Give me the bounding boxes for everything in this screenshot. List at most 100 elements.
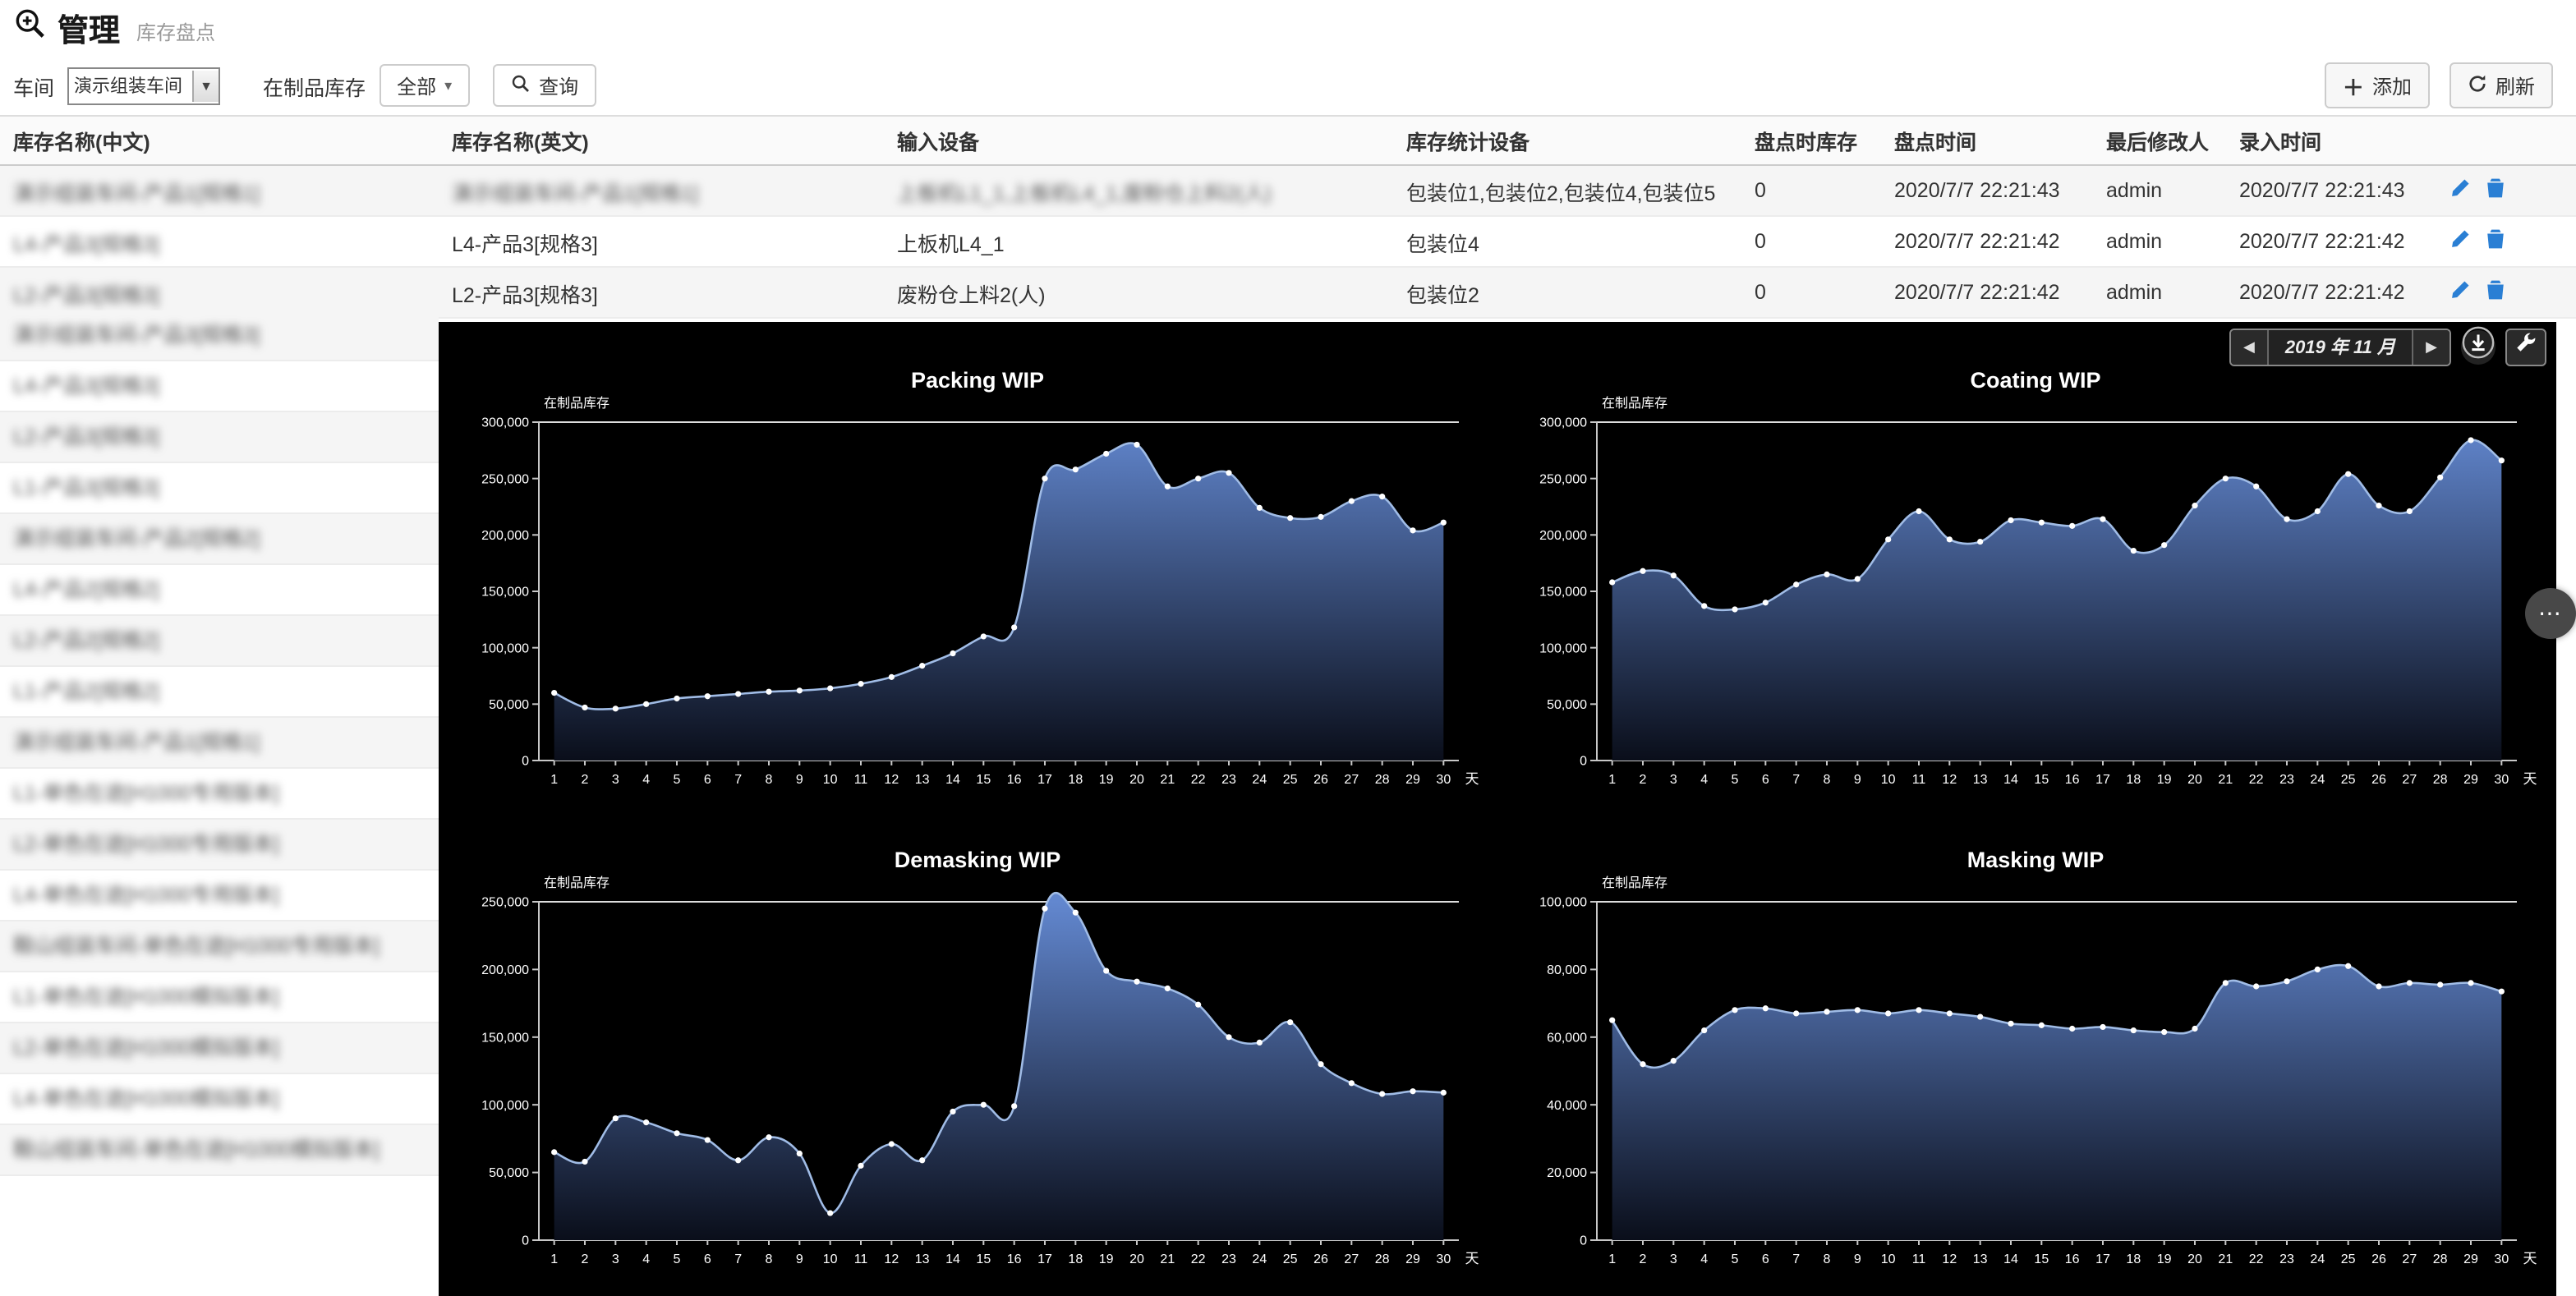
inventory-name-item[interactable]: 演示组装车间-产品3[规格3] xyxy=(0,310,439,361)
data-point xyxy=(1855,576,1861,581)
month-nav-group: ◀ 2019 年 11 月 ▶ xyxy=(2229,328,2451,365)
svg-text:5: 5 xyxy=(1732,773,1739,787)
col-count-qty: 盘点时库存 xyxy=(1741,116,1881,165)
data-point xyxy=(2100,1024,2105,1030)
col-count-time: 盘点时间 xyxy=(1881,116,2093,165)
cell-4: 0 xyxy=(1741,216,1881,267)
area-series xyxy=(554,893,1444,1240)
inventory-name-item[interactable]: L4-产品2[规格2] xyxy=(0,565,439,616)
svg-text:28: 28 xyxy=(1375,1252,1390,1266)
svg-text:30: 30 xyxy=(1436,773,1451,787)
inventory-name-item[interactable]: L2-产品2[规格2] xyxy=(0,616,439,667)
svg-text:18: 18 xyxy=(2126,1252,2141,1266)
wip-inventory-label: 在制品库存 xyxy=(263,70,366,101)
row-actions xyxy=(2436,216,2576,267)
svg-text:250,000: 250,000 xyxy=(481,896,529,910)
add-button[interactable]: ＋ 添加 xyxy=(2325,62,2430,108)
data-point xyxy=(2131,548,2137,554)
table-row[interactable]: L4-产品3[规格3]L4-产品3[规格3]上板机L4_1包装位402020/7… xyxy=(0,216,2576,267)
inventory-name-item[interactable]: L1-产品3[规格3] xyxy=(0,463,439,514)
data-point xyxy=(1195,1002,1201,1008)
inventory-table: 库存名称(中文) 库存名称(英文) 输入设备 库存统计设备 盘点时库存 盘点时间… xyxy=(0,115,2576,319)
svg-text:17: 17 xyxy=(2095,773,2110,787)
scope-dropdown[interactable]: 全部 ▾ xyxy=(379,64,470,107)
data-point xyxy=(735,1157,741,1163)
svg-text:15: 15 xyxy=(2034,1252,2049,1266)
cell-6: admin xyxy=(2093,267,2226,318)
inventory-name-item[interactable]: L2-产品3[规格3] xyxy=(0,412,439,463)
table-row[interactable]: 演示组装车间-产品1[规格1]演示组装车间-产品1[规格1]上板机L1_1,上板… xyxy=(0,165,2576,216)
download-button[interactable] xyxy=(2461,329,2496,364)
svg-text:27: 27 xyxy=(2402,773,2417,787)
more-button[interactable]: ⋯ xyxy=(2525,588,2576,639)
svg-text:28: 28 xyxy=(1375,773,1390,787)
inventory-name-item[interactable]: L4-产品3[规格3] xyxy=(0,361,439,412)
data-point xyxy=(2253,484,2259,489)
settings-button[interactable] xyxy=(2505,328,2546,365)
data-point xyxy=(1318,1061,1323,1067)
svg-text:19: 19 xyxy=(1099,1252,1114,1266)
inventory-name-item[interactable]: L2-单色在途[H1000模拟版本] xyxy=(0,1023,439,1074)
inventory-name-item[interactable]: L2-单色在途[H1000专用版本] xyxy=(0,820,439,871)
data-point xyxy=(1226,1034,1231,1040)
inventory-name-item[interactable]: 演示组装车间-产品1[规格1] xyxy=(0,718,439,769)
next-month-button[interactable]: ▶ xyxy=(2413,329,2450,364)
data-point xyxy=(1287,1019,1293,1025)
svg-text:25: 25 xyxy=(1283,1252,1298,1266)
edit-icon[interactable] xyxy=(2450,228,2471,255)
area-series xyxy=(1612,965,2502,1240)
cell-5: 2020/7/7 22:21:43 xyxy=(1881,165,2093,216)
inventory-name-item[interactable]: L4-单色在途[H1000模拟版本] xyxy=(0,1074,439,1125)
svg-text:2: 2 xyxy=(582,1252,589,1266)
data-point xyxy=(1640,1061,1645,1067)
query-button[interactable]: 查询 xyxy=(493,64,596,107)
query-label: 查询 xyxy=(539,71,578,99)
workshop-select[interactable]: 演示组装车间 ▼ xyxy=(67,67,220,104)
svg-text:5: 5 xyxy=(1732,1252,1739,1266)
inventory-name-item[interactable]: 演示组装车间-产品2[规格2] xyxy=(0,514,439,565)
app: 管理 库存盘点 车间 演示组装车间 ▼ 在制品库存 全部 ▾ 查询 ＋ 添加 刷… xyxy=(0,0,2576,1296)
svg-text:6: 6 xyxy=(704,773,711,787)
inventory-name-item[interactable]: L1-单色在途[H1000专用版本] xyxy=(0,769,439,820)
svg-text:4: 4 xyxy=(642,1252,650,1266)
delete-icon[interactable] xyxy=(2486,177,2505,204)
data-point xyxy=(858,1163,863,1169)
cell-4: 0 xyxy=(1741,165,1881,216)
svg-text:28: 28 xyxy=(2433,773,2448,787)
inventory-name-item[interactable]: L4-单色在途[H1000专用版本] xyxy=(0,871,439,921)
svg-text:14: 14 xyxy=(2003,773,2018,787)
refresh-button[interactable]: 刷新 xyxy=(2450,62,2553,108)
chart-title: Masking WIP xyxy=(1967,848,2104,872)
inventory-name-item[interactable]: L1-单色在途[H1000模拟版本] xyxy=(0,972,439,1023)
row-actions xyxy=(2436,165,2576,216)
svg-text:80,000: 80,000 xyxy=(1547,963,1587,977)
col-input-device: 输入设备 xyxy=(884,116,1393,165)
svg-text:23: 23 xyxy=(2279,1252,2294,1266)
svg-text:8: 8 xyxy=(1824,1252,1831,1266)
area-series xyxy=(1612,440,2502,761)
data-point xyxy=(2376,503,2381,508)
data-point xyxy=(551,1149,557,1155)
delete-icon[interactable] xyxy=(2486,279,2505,306)
svg-text:60,000: 60,000 xyxy=(1547,1031,1587,1045)
toolbar: 车间 演示组装车间 ▼ 在制品库存 全部 ▾ 查询 ＋ 添加 刷新 xyxy=(0,56,2576,115)
svg-text:29: 29 xyxy=(2463,1252,2478,1266)
inventory-name-item[interactable]: 鞍山组装车间-单色在途[H1000专用版本] xyxy=(0,921,439,972)
data-point xyxy=(2284,517,2289,522)
add-label: 添加 xyxy=(2372,71,2412,99)
data-point xyxy=(1011,1103,1017,1109)
data-point xyxy=(1257,1040,1263,1046)
data-point xyxy=(2039,1023,2045,1028)
chart-title: Coating WIP xyxy=(1971,368,2101,393)
svg-text:6: 6 xyxy=(704,1252,711,1266)
inventory-name-item[interactable]: L1-产品2[规格2] xyxy=(0,667,439,718)
edit-icon[interactable] xyxy=(2450,177,2471,204)
prev-month-button[interactable]: ◀ xyxy=(2231,329,2267,364)
svg-text:20: 20 xyxy=(1129,773,1144,787)
svg-text:19: 19 xyxy=(2157,773,2172,787)
data-point xyxy=(735,691,741,696)
delete-icon[interactable] xyxy=(2486,228,2505,255)
inventory-name-item[interactable]: 鞍山组装车间-单色在途[H1000模拟版本] xyxy=(0,1125,439,1176)
svg-text:12: 12 xyxy=(1942,1252,1957,1266)
edit-icon[interactable] xyxy=(2450,279,2471,306)
